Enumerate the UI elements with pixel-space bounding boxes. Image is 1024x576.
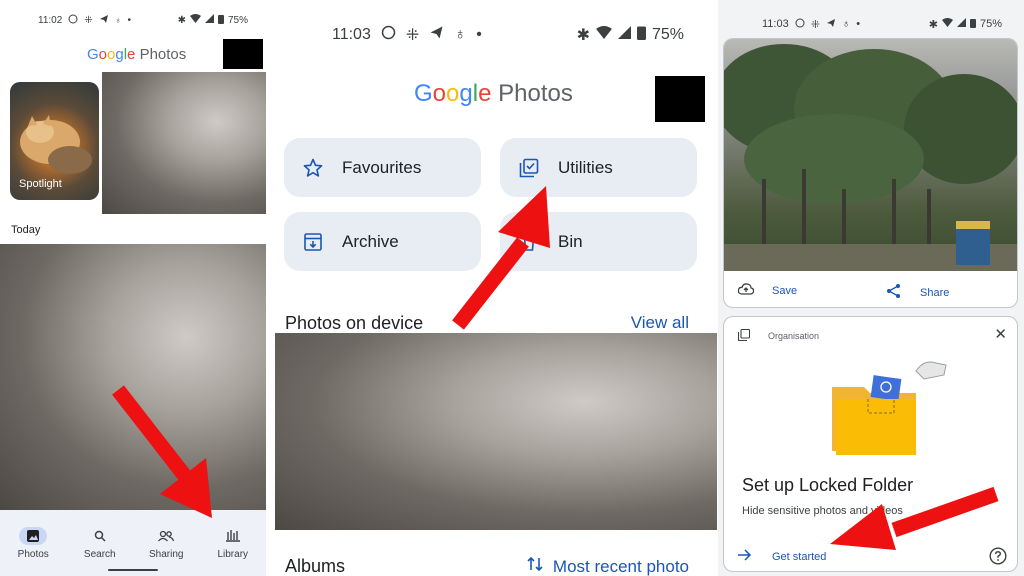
library-screen: 11:03 ⁜ ♁ • ✱ 75% Google Photos Favourit… xyxy=(266,0,718,576)
red-arrow-to-get-started xyxy=(830,486,999,550)
red-arrow-to-utilities xyxy=(452,186,550,330)
photos-home-screen: 11:02 ⁜ ♁ • ✱ 75% Google Photos Spotligh… xyxy=(0,0,266,576)
utilities-screen: 11:03 ⁜ ♁ • ✱ 75% Save Share Organisatio… xyxy=(718,0,1024,576)
red-arrow-to-library xyxy=(112,385,212,518)
